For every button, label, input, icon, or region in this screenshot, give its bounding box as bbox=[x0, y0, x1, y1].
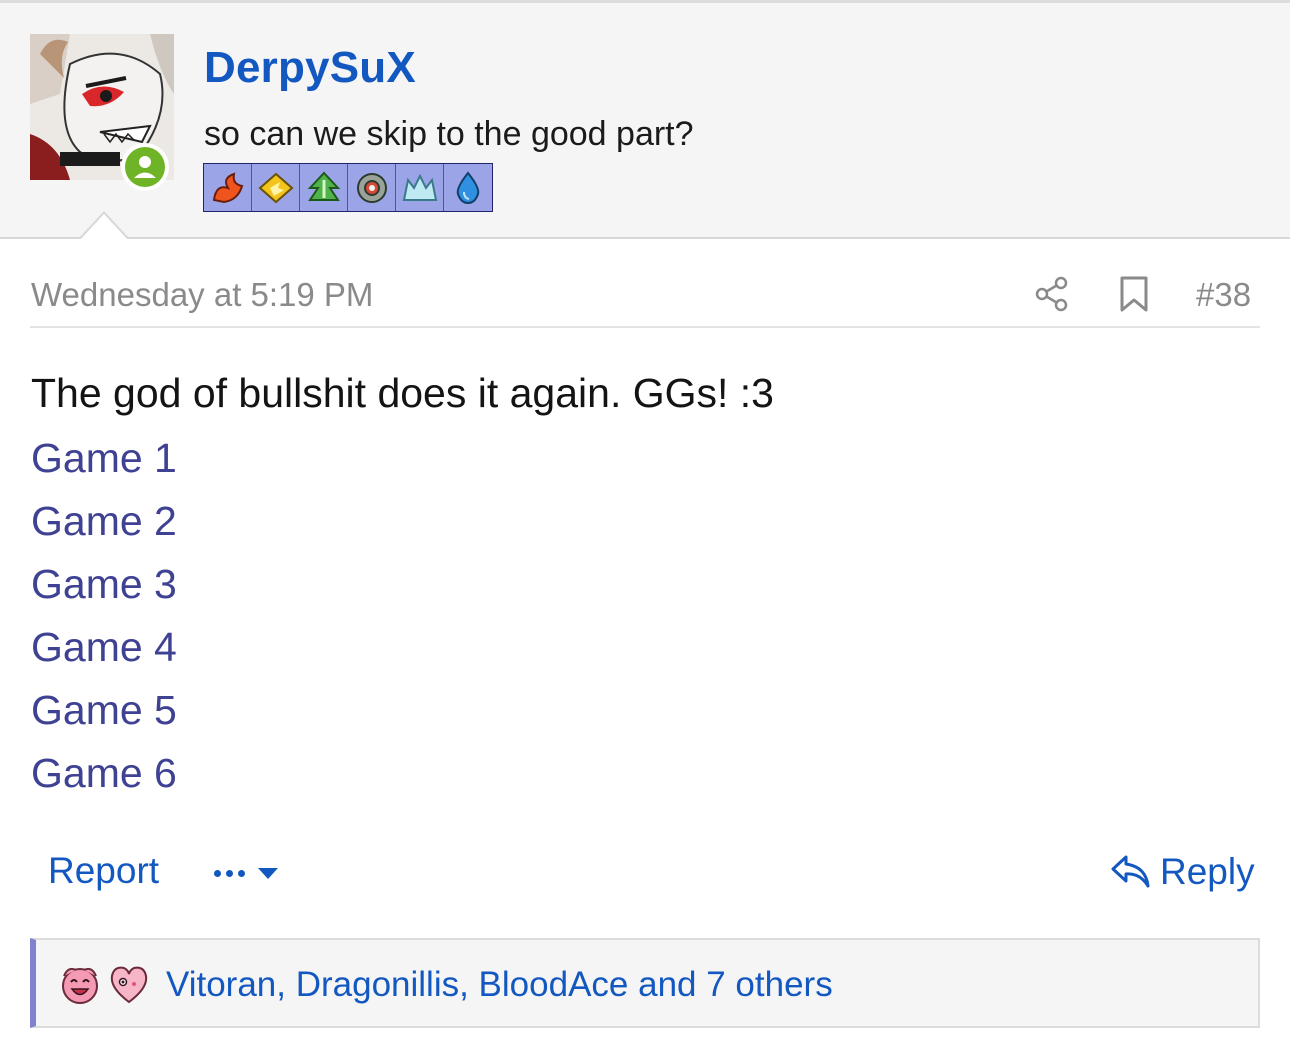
game-link-4[interactable]: Game 4 bbox=[31, 623, 177, 686]
reaction-icons bbox=[58, 962, 152, 1006]
fire-type-icon bbox=[204, 164, 252, 211]
love-reaction-icon bbox=[110, 966, 148, 1004]
water-type-icon bbox=[444, 164, 492, 211]
game-links-list: Game 1 Game 2 Game 3 Game 4 Game 5 Game … bbox=[31, 434, 177, 812]
steel-type-icon bbox=[348, 164, 396, 211]
type-badges bbox=[203, 163, 493, 212]
more-options-menu[interactable] bbox=[214, 856, 300, 890]
post-number-link[interactable]: #38 bbox=[1196, 276, 1251, 314]
chevron-down-icon bbox=[258, 867, 278, 879]
ice-type-icon bbox=[396, 164, 444, 211]
laugh-reaction-icon bbox=[62, 967, 98, 1004]
user-title: so can we skip to the good part? bbox=[204, 115, 694, 153]
post-author-header: DerpySuX so can we skip to the good part… bbox=[0, 3, 1290, 239]
post-message: The god of bullshit does it again. GGs! … bbox=[31, 370, 774, 416]
game-link-3[interactable]: Game 3 bbox=[31, 560, 177, 623]
share-icon[interactable] bbox=[1034, 276, 1070, 312]
game-link-1[interactable]: Game 1 bbox=[31, 434, 177, 497]
report-button[interactable]: Report bbox=[48, 850, 159, 892]
reply-button[interactable]: Reply bbox=[1110, 850, 1255, 894]
reaction-users-link[interactable]: Vitoran, Dragonillis, BloodAce and 7 oth… bbox=[166, 965, 833, 1005]
game-link-5[interactable]: Game 5 bbox=[31, 686, 177, 749]
more-dots-icon bbox=[214, 869, 245, 877]
username-link[interactable]: DerpySuX bbox=[204, 43, 416, 93]
reactions-bar: Vitoran, Dragonillis, BloodAce and 7 oth… bbox=[30, 938, 1260, 1028]
reply-label: Reply bbox=[1160, 851, 1255, 892]
game-link-2[interactable]: Game 2 bbox=[31, 497, 177, 560]
online-status-badge bbox=[121, 143, 169, 191]
game-link-6[interactable]: Game 6 bbox=[31, 749, 177, 812]
reply-icon bbox=[1111, 855, 1150, 888]
bookmark-icon[interactable] bbox=[1118, 275, 1150, 313]
electric-type-icon bbox=[252, 164, 300, 211]
grass-type-icon bbox=[300, 164, 348, 211]
user-icon bbox=[134, 156, 156, 178]
post-date[interactable]: Wednesday at 5:19 PM bbox=[31, 276, 373, 314]
meta-divider bbox=[30, 326, 1260, 328]
